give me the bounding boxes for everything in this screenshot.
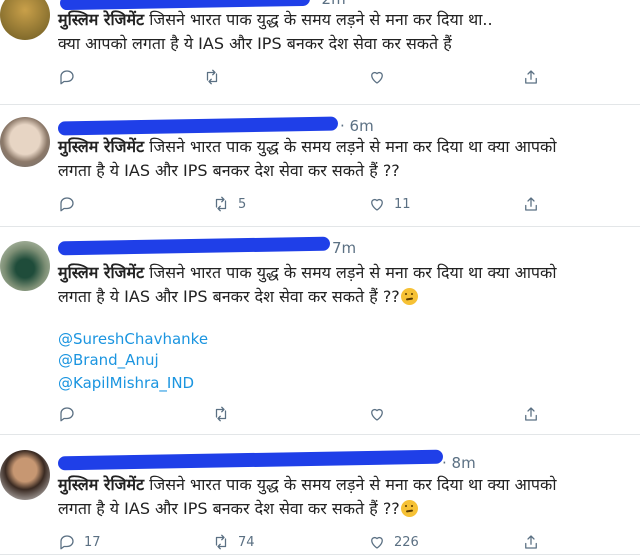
retweet-button[interactable] [203, 68, 221, 86]
retweet-count: 74 [238, 534, 255, 550]
like-count: 11 [394, 196, 411, 212]
reply-count: 17 [84, 534, 101, 550]
reply-button[interactable] [58, 68, 76, 86]
retweet-icon [206, 69, 218, 85]
tweet-actions: 5 11 [0, 195, 640, 219]
share-button[interactable] [522, 68, 540, 86]
reply-icon [60, 70, 74, 85]
mention-link[interactable]: @SureshChavhanke [58, 329, 208, 349]
share-icon [525, 70, 537, 84]
retweet-count: 5 [238, 196, 247, 212]
like-button[interactable]: 226 [368, 533, 419, 551]
reply-button[interactable] [58, 405, 76, 423]
tweet-text-line-2: लगता है ये IAS और IPS बनकर देश सेवा कर स… [58, 161, 400, 180]
tweet-heading: मुस्लिम रेजिमेंट [58, 263, 145, 282]
like-button[interactable]: 11 [368, 195, 411, 213]
share-icon [525, 535, 537, 549]
like-icon [371, 198, 383, 211]
tweet-text-line-2: क्या आपको लगता है ये IAS और IPS बनकर देश… [58, 34, 452, 53]
tweet-time: · 8m [442, 454, 476, 472]
share-button[interactable] [522, 405, 540, 423]
tweet-time: 7m [332, 239, 357, 257]
reply-button[interactable] [58, 195, 76, 213]
share-button[interactable] [522, 195, 540, 213]
redacted-name [57, 449, 444, 471]
retweet-button[interactable]: 74 [212, 533, 255, 551]
like-icon [371, 536, 383, 549]
like-button[interactable] [368, 405, 386, 423]
mention-link[interactable]: @Brand_Anuj [58, 350, 159, 370]
avatar[interactable] [0, 241, 50, 291]
share-button[interactable] [522, 533, 540, 551]
retweet-button[interactable]: 5 [212, 195, 246, 213]
avatar[interactable] [0, 117, 50, 167]
retweet-icon [215, 534, 227, 550]
tweet-2[interactable]: · 6m मुस्लिम रेजिमेंट जिसने भारत पाक युद… [0, 105, 640, 227]
mention-link[interactable]: @KapilMishra_IND [58, 373, 194, 393]
retweet-icon [215, 196, 227, 212]
share-icon [525, 197, 537, 211]
tweet-text-line-2: लगता है ये IAS और IPS बनकर देश सेवा कर स… [58, 499, 400, 518]
reply-icon [60, 197, 74, 212]
like-icon [371, 71, 383, 84]
thinking-emoji-icon [400, 288, 418, 305]
tweet-text-line-1: जिसने भारत पाक युद्ध के समय लड़ने से मना… [149, 137, 557, 156]
tweet-text: मुस्लिम रेजिमेंट जिसने भारत पाक युद्ध के… [58, 8, 493, 56]
tweet-text-line-2: लगता है ये IAS और IPS बनकर देश सेवा कर स… [58, 287, 400, 306]
thinking-emoji-icon [400, 500, 418, 517]
tweet-text-line-1: जिसने भारत पाक युद्ध के समय लड़ने से मना… [149, 263, 557, 282]
tweet-heading: मुस्लिम रेजिमेंट [58, 10, 145, 29]
reply-button[interactable]: 17 [58, 533, 101, 551]
tweet-heading: मुस्लिम रेजिमेंट [58, 475, 145, 494]
tweet-heading: मुस्लिम रेजिमेंट [58, 137, 145, 156]
share-icon [525, 407, 537, 421]
tweet-actions [0, 68, 640, 92]
tweet-time: · 6m [340, 117, 374, 135]
like-icon [371, 408, 383, 421]
avatar[interactable] [0, 450, 50, 500]
tweet-3[interactable]: 7m मुस्लिम रेजिमेंट जिसने भारत पाक युद्ध… [0, 227, 640, 435]
tweet-text: मुस्लिम रेजिमेंट जिसने भारत पाक युद्ध के… [58, 473, 556, 521]
tweet-4[interactable]: · 8m मुस्लिम रेजिमेंट जिसने भारत पाक युद… [0, 435, 640, 555]
avatar[interactable] [0, 0, 50, 40]
like-button[interactable] [368, 68, 386, 86]
tweet-text-line-1: जिसने भारत पाक युद्ध के समय लड़ने से मना… [149, 475, 557, 494]
redacted-name [57, 116, 339, 136]
tweet-text: मुस्लिम रेजिमेंट जिसने भारत पाक युद्ध के… [58, 261, 556, 309]
tweet-1[interactable]: · 2m मुस्लिम रेजिमेंट जिसने भारत पाक युद… [0, 0, 640, 105]
redacted-name [57, 236, 331, 256]
tweet-text: मुस्लिम रेजिमेंट जिसने भारत पाक युद्ध के… [58, 135, 556, 183]
tweet-actions [0, 405, 640, 429]
reply-icon [60, 535, 74, 550]
tweet-actions: 17 74 226 [0, 533, 640, 557]
tweet-time: · 2m [312, 0, 346, 8]
retweet-icon [215, 406, 227, 422]
reply-icon [60, 407, 74, 422]
like-count: 226 [394, 534, 419, 550]
tweet-text-line-1: जिसने भारत पाक युद्ध के समय लड़ने से मना… [149, 10, 493, 29]
retweet-button[interactable] [212, 405, 230, 423]
